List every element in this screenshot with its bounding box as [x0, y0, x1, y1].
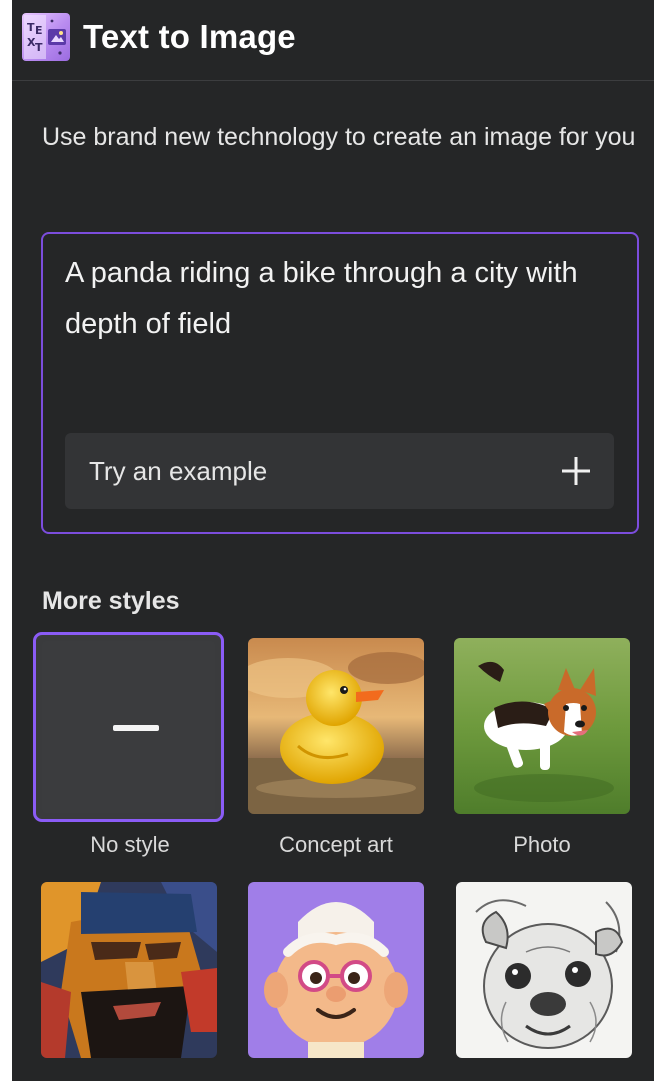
svg-text:T: T [27, 21, 35, 34]
style-tile-painted-portrait[interactable] [41, 882, 217, 1058]
text-to-image-app-icon: T E X T [22, 13, 70, 61]
page-title: Text to Image [83, 18, 296, 55]
3d-cartoon-character-image [248, 882, 424, 1058]
style-label-concept-art: Concept art [279, 832, 393, 857]
style-tile-photo[interactable] [454, 638, 630, 814]
dash-icon [113, 725, 159, 731]
more-styles-heading: More styles [42, 587, 180, 615]
text-to-image-panel: T E X T Text to Image Use brand new tech… [12, 0, 654, 1081]
no-style-swatch [42, 641, 215, 813]
style-tile-pencil-sketch[interactable] [456, 882, 632, 1058]
rubber-duck-concept-art-image [248, 638, 424, 814]
style-tile-concept-art[interactable] [248, 638, 424, 814]
try-example-button[interactable]: Try an example [65, 433, 614, 509]
try-example-label: Try an example [89, 456, 268, 486]
painted-man-portrait-image [41, 882, 217, 1058]
style-label-photo: Photo [513, 832, 571, 857]
panel-header: T E X T Text to Image [12, 0, 654, 81]
svg-text:T: T [35, 41, 43, 54]
plus-icon [562, 457, 590, 485]
panel-description: Use brand new technology to create an im… [42, 123, 636, 151]
style-label-no-style: No style [90, 832, 170, 857]
prompt-input[interactable]: A panda riding a bike through a city wit… [65, 248, 615, 350]
prompt-input-box[interactable]: A panda riding a bike through a city wit… [41, 232, 639, 534]
svg-text:E: E [35, 24, 43, 37]
style-tile-3d-cartoon[interactable] [248, 882, 424, 1058]
pencil-sketch-pug-image [456, 882, 632, 1058]
style-tile-no-style[interactable] [33, 632, 224, 822]
running-corgi-photo-image [454, 638, 630, 814]
